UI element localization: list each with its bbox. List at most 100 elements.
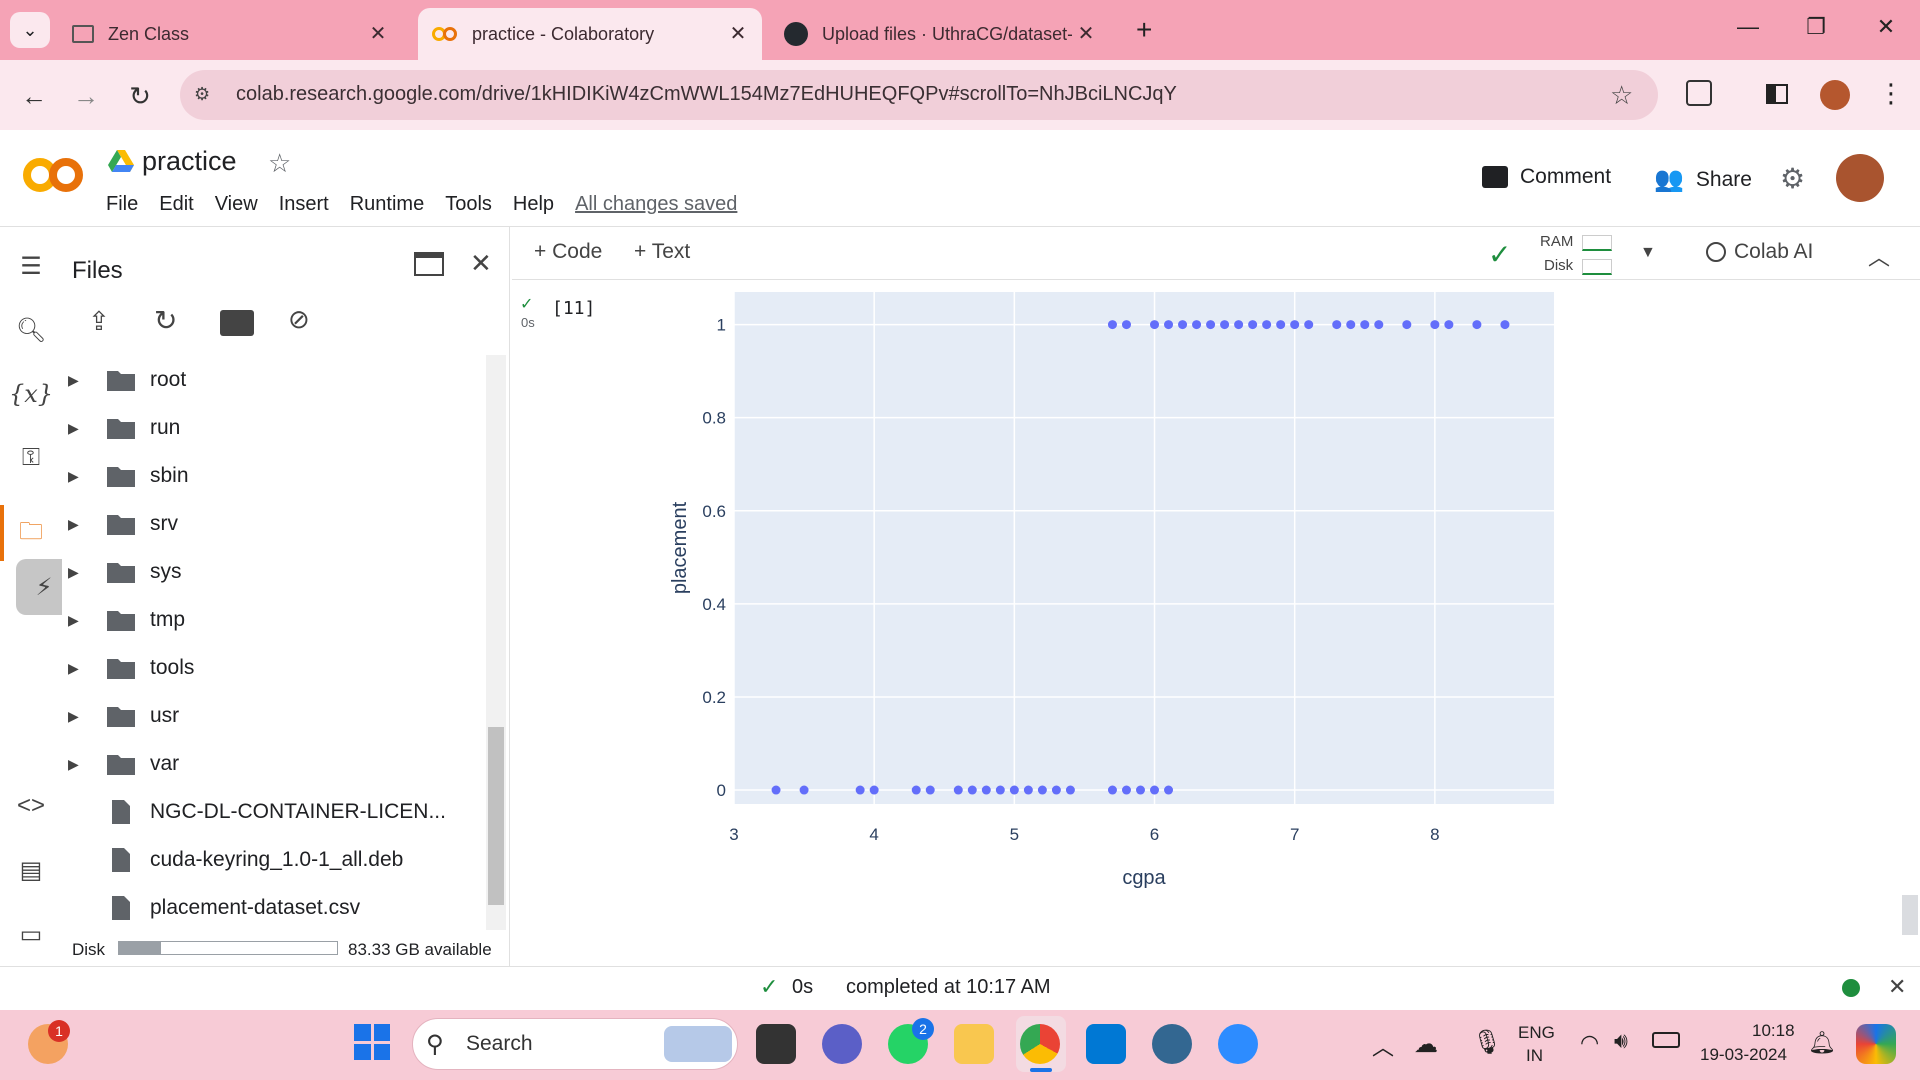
- side-panel-icon[interactable]: [1766, 84, 1788, 104]
- colab-logo[interactable]: [22, 155, 84, 195]
- site-info-icon[interactable]: ⚙: [194, 84, 218, 106]
- menu-tools[interactable]: Tools: [445, 193, 492, 216]
- expand-arrow-icon[interactable]: ▶: [68, 756, 88, 773]
- hide-files-icon[interactable]: ⊘: [288, 304, 310, 335]
- browser-menu-icon[interactable]: ⋮: [1878, 78, 1904, 109]
- tab-practice-colab[interactable]: practice - Colaboratory ✕: [418, 8, 762, 60]
- terminal-icon[interactable]: ▭: [12, 915, 50, 953]
- upload-file-icon[interactable]: ⇪: [88, 306, 110, 337]
- settings-gear-icon[interactable]: ⚙: [1780, 162, 1805, 195]
- tab-zen-class[interactable]: Zen Class ✕: [62, 8, 402, 60]
- reload-icon[interactable]: ↻: [122, 78, 158, 114]
- tab-github-upload[interactable]: Upload files · UthraCG/dataset- ✕: [774, 8, 1110, 60]
- new-tab-button[interactable]: +: [1136, 14, 1152, 46]
- clock-date[interactable]: 19-03-2024: [1700, 1045, 1787, 1065]
- restore-icon[interactable]: ❐: [1796, 14, 1836, 46]
- copilot-icon[interactable]: [1856, 1024, 1896, 1064]
- menu-view[interactable]: View: [215, 193, 258, 216]
- expand-arrow-icon[interactable]: ▶: [68, 612, 88, 629]
- search-icon[interactable]: 🔍︎: [12, 311, 50, 349]
- expand-arrow-icon[interactable]: ▶: [68, 708, 88, 725]
- bookmark-star-icon[interactable]: ☆: [1610, 80, 1633, 111]
- expand-arrow-icon[interactable]: ▶: [68, 516, 88, 533]
- language-indicator[interactable]: ENG: [1518, 1023, 1555, 1043]
- menu-runtime[interactable]: Runtime: [350, 193, 424, 216]
- collapse-header-icon[interactable]: ︿: [1868, 240, 1890, 272]
- battery-icon[interactable]: [1652, 1032, 1680, 1048]
- share-button[interactable]: 👥 Share: [1654, 165, 1752, 194]
- comment-button[interactable]: Comment: [1482, 165, 1611, 189]
- folder-srv[interactable]: ▶ srv: [68, 504, 178, 544]
- files-scrollbar-thumb[interactable]: [488, 727, 504, 905]
- file-cuda-keyring[interactable]: cuda-keyring_1.0-1_all.deb: [68, 840, 403, 880]
- close-tab-icon[interactable]: ✕: [726, 22, 750, 46]
- vscode-icon[interactable]: [1086, 1024, 1126, 1064]
- folder-usr[interactable]: ▶ usr: [68, 696, 179, 736]
- add-code-button[interactable]: + Code: [534, 240, 602, 264]
- table-of-contents-icon[interactable]: ☰: [12, 247, 50, 285]
- microphone-icon[interactable]: 🎙︎: [1472, 1028, 1502, 1057]
- expand-arrow-icon[interactable]: ▶: [68, 564, 88, 581]
- folder-tmp[interactable]: ▶ tmp: [68, 600, 185, 640]
- files-folder-icon[interactable]: 🗀: [12, 515, 50, 553]
- folder-sys[interactable]: ▶ sys: [68, 552, 182, 592]
- notification-bell-icon[interactable]: 🔔︎: [1808, 1030, 1836, 1056]
- star-notebook-icon[interactable]: ☆: [268, 148, 291, 179]
- chrome-icon[interactable]: [1020, 1024, 1060, 1064]
- resources-dropdown-icon[interactable]: ▼: [1640, 244, 1656, 262]
- command-palette-icon[interactable]: ▤: [12, 851, 50, 889]
- profile-avatar-small[interactable]: [1820, 80, 1850, 110]
- expand-arrow-icon[interactable]: ▶: [68, 468, 88, 485]
- folder-sbin[interactable]: ▶ sbin: [68, 456, 189, 496]
- show-hidden-icons-chevron[interactable]: ︿: [1372, 1030, 1394, 1062]
- close-tab-icon[interactable]: ✕: [366, 22, 390, 46]
- refresh-icon[interactable]: ↻: [154, 304, 177, 337]
- folder-tools[interactable]: ▶ tools: [68, 648, 194, 688]
- menu-help[interactable]: Help: [513, 193, 554, 216]
- back-arrow-icon[interactable]: ←: [16, 78, 52, 114]
- add-text-button[interactable]: + Text: [634, 240, 690, 264]
- expand-arrow-icon[interactable]: ▶: [68, 372, 88, 389]
- menu-edit[interactable]: Edit: [159, 193, 193, 216]
- close-status-icon[interactable]: ✕: [1888, 974, 1906, 1000]
- account-avatar[interactable]: [1836, 154, 1884, 202]
- close-tab-icon[interactable]: ✕: [1074, 22, 1098, 46]
- task-view-icon[interactable]: [756, 1024, 796, 1064]
- runtime-status-dot[interactable]: [1842, 979, 1860, 997]
- variables-icon[interactable]: {x}: [9, 375, 53, 413]
- tab-search-button[interactable]: ⌄: [10, 12, 50, 48]
- expand-arrow-icon[interactable]: ▶: [68, 420, 88, 437]
- file-ngc-license[interactable]: NGC-DL-CONTAINER-LICEN...: [68, 792, 446, 832]
- file-placement-dataset[interactable]: placement-dataset.csv: [68, 888, 360, 928]
- close-panel-icon[interactable]: ✕: [470, 248, 492, 279]
- mount-drive-icon[interactable]: [220, 310, 254, 336]
- url-text[interactable]: colab.research.google.com/drive/1kHIDIKi…: [236, 83, 1177, 106]
- open-in-tab-icon[interactable]: [414, 252, 444, 276]
- notebook-title[interactable]: practice: [142, 146, 237, 177]
- code-snippets-icon[interactable]: <>: [12, 787, 50, 825]
- window-close-icon[interactable]: ✕: [1866, 14, 1906, 46]
- file-explorer-icon[interactable]: [954, 1024, 994, 1064]
- clock-time[interactable]: 10:18: [1752, 1021, 1795, 1041]
- folder-run[interactable]: ▶ run: [68, 408, 180, 448]
- colab-ai-button[interactable]: Colab AI: [1706, 240, 1813, 264]
- wifi-icon[interactable]: ◠: [1580, 1030, 1599, 1056]
- x-tick-label: 8: [1430, 825, 1439, 844]
- menu-insert[interactable]: Insert: [279, 193, 329, 216]
- onedrive-cloud-icon[interactable]: ☁: [1414, 1030, 1438, 1059]
- teams-chat-icon[interactable]: [822, 1024, 862, 1064]
- windows-start-icon[interactable]: [354, 1024, 390, 1060]
- page-scrollbar-thumb[interactable]: [1902, 895, 1918, 935]
- folder-root[interactable]: ▶ root: [68, 360, 186, 400]
- volume-icon[interactable]: 🔊︎: [1614, 1028, 1628, 1054]
- secrets-key-icon[interactable]: ⚿: [12, 439, 50, 477]
- postgresql-icon[interactable]: [1152, 1024, 1192, 1064]
- save-status[interactable]: All changes saved: [575, 193, 737, 216]
- expand-arrow-icon[interactable]: ▶: [68, 660, 88, 677]
- folder-var[interactable]: ▶ var: [68, 744, 179, 784]
- forward-arrow-icon[interactable]: →: [68, 78, 104, 114]
- menu-file[interactable]: File: [106, 193, 138, 216]
- minimize-icon[interactable]: —: [1728, 14, 1768, 46]
- zoom-icon[interactable]: [1218, 1024, 1258, 1064]
- extensions-icon[interactable]: [1686, 80, 1712, 106]
